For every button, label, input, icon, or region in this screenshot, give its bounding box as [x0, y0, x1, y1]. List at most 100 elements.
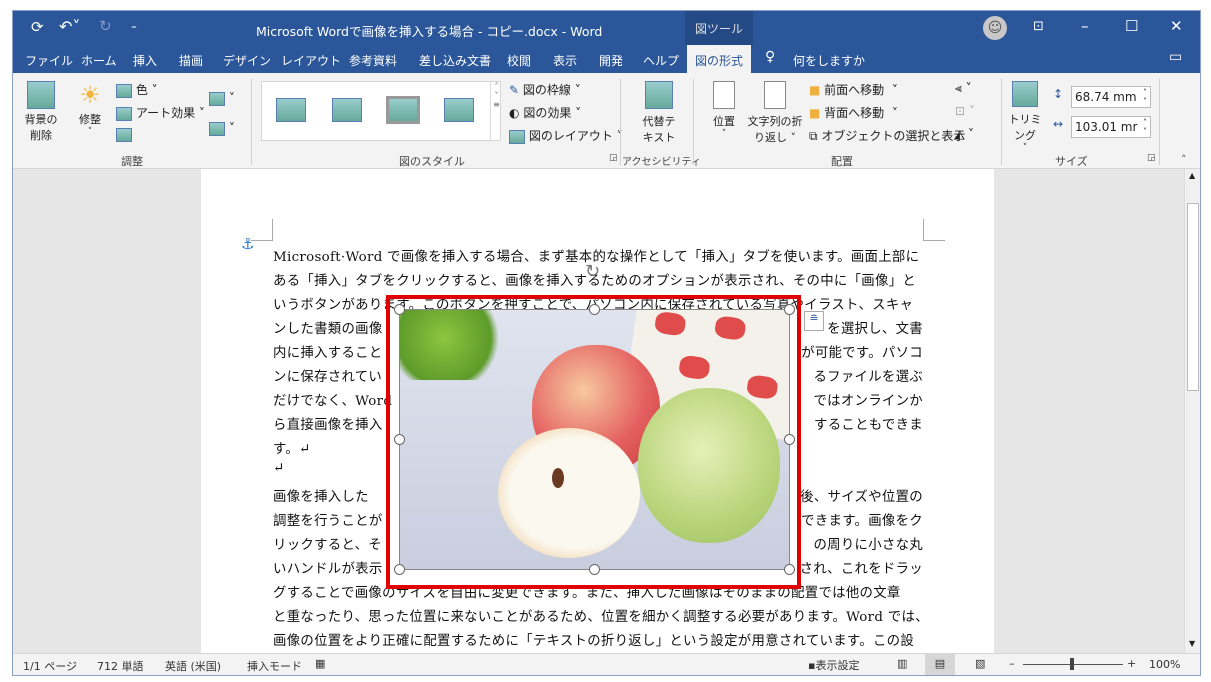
- account-avatar[interactable]: ☺: [983, 16, 1007, 40]
- tab-help[interactable]: ヘルプ: [643, 52, 679, 69]
- scroll-down-icon[interactable]: ▼: [1189, 639, 1195, 648]
- resize-handle[interactable]: [589, 564, 600, 575]
- tab-design[interactable]: デザイン: [223, 52, 271, 69]
- insert-mode-status[interactable]: 挿入モード: [247, 658, 302, 674]
- tab-view[interactable]: 表示: [553, 52, 577, 69]
- tab-mailings[interactable]: 差し込み文書: [419, 52, 491, 69]
- close-button[interactable]: ✕: [1170, 17, 1183, 35]
- bring-forward-label: 前面へ移動: [824, 83, 885, 97]
- read-mode-icon[interactable]: ▥: [897, 657, 907, 670]
- reset-picture-button[interactable]: ˅: [209, 121, 235, 136]
- redo-icon[interactable]: ↻: [99, 17, 112, 35]
- tab-insert[interactable]: 挿入: [133, 52, 157, 69]
- undo-icon[interactable]: ↶˅: [59, 17, 80, 36]
- macro-icon[interactable]: ▦: [315, 657, 325, 670]
- resize-handle[interactable]: [784, 564, 795, 575]
- resize-handle[interactable]: [784, 434, 795, 445]
- crop-button[interactable]: トリミング ˅: [1005, 81, 1045, 153]
- wrap-text-icon: [764, 81, 786, 109]
- ribbon-display-icon[interactable]: ⊡: [1033, 19, 1044, 34]
- tab-references[interactable]: 参考資料: [349, 52, 397, 69]
- style-thumbnail-icon[interactable]: [386, 96, 420, 124]
- text-line-left: ↵: [273, 461, 285, 476]
- picture-effects-button[interactable]: ◐ 図の効果 ˅: [509, 104, 581, 121]
- text-line-right: 後、サイズや位置の: [800, 490, 923, 505]
- rotate-handle-icon[interactable]: ↻: [585, 261, 600, 282]
- artistic-label: アート効果: [135, 106, 196, 120]
- rotate-button[interactable]: ◭ ˅: [955, 127, 974, 141]
- resize-handle[interactable]: [784, 304, 795, 315]
- collapse-ribbon-icon[interactable]: ˄: [1181, 153, 1187, 166]
- height-field[interactable]: 68.74 mm ˄ ˅: [1071, 86, 1151, 108]
- picture-styles-gallery[interactable]: ˄ ˅ ≡: [261, 81, 501, 141]
- text-line[interactable]: と重なったり、思った位置に来ないことがあるため、位置を細かく調整する必要がありま…: [273, 605, 929, 625]
- resize-handle[interactable]: [394, 434, 405, 445]
- style-thumbnail-icon[interactable]: [276, 98, 306, 122]
- text-line-right: できます。画像をク: [801, 514, 923, 529]
- text-line-left: す。↵: [273, 442, 311, 457]
- gallery-scroll[interactable]: ˄ ˅ ≡: [490, 82, 502, 140]
- style-thumbnail-icon[interactable]: [332, 98, 362, 122]
- position-icon: [713, 81, 735, 109]
- tab-review[interactable]: 校閲: [507, 52, 531, 69]
- resize-handle[interactable]: [589, 304, 600, 315]
- send-backward-button[interactable]: ■ 背面へ移動 ˅: [809, 104, 898, 121]
- tab-picture-format[interactable]: 図の形式: [687, 45, 752, 73]
- display-settings-button[interactable]: ▪表示設定: [808, 657, 859, 673]
- layout-options-button[interactable]: ≘: [804, 311, 824, 331]
- color-button[interactable]: 色 ˅: [116, 81, 158, 98]
- zoom-slider-thumb[interactable]: [1070, 658, 1074, 670]
- align-button[interactable]: ⫷ ˅: [955, 81, 972, 96]
- print-layout-icon[interactable]: ▤: [925, 654, 955, 675]
- comments-icon[interactable]: ▭: [1169, 49, 1182, 65]
- picture-layout-button[interactable]: 図のレイアウト ˅: [509, 127, 623, 144]
- apple-picture[interactable]: [399, 309, 790, 570]
- language-status[interactable]: 英語 (米国): [165, 658, 221, 674]
- position-button[interactable]: 位置 ˅: [709, 81, 739, 139]
- alt-text-button[interactable]: 代替テ キスト: [639, 81, 679, 145]
- document-page[interactable]: ⚓ Microsoft·Word で画像を挿入する場合、まず基本的な操作として「…: [201, 169, 994, 673]
- tab-layout[interactable]: レイアウト: [281, 52, 341, 69]
- send-backward-label: 背面へ移動: [824, 106, 885, 120]
- text-line-left: 内に挿入すること: [273, 346, 383, 361]
- alt-text-icon: [645, 81, 673, 109]
- minimize-button[interactable]: –: [1081, 17, 1089, 35]
- customize-qat-icon[interactable]: ₌: [131, 19, 137, 32]
- text-line[interactable]: 画像の位置をより正確に配置するために「テキストの折り返し」という設定が用意されて…: [273, 629, 923, 649]
- word-count[interactable]: 712 単語: [97, 658, 144, 674]
- change-picture-button[interactable]: ˅: [209, 91, 235, 106]
- page-count[interactable]: 1/1 ページ: [23, 658, 77, 674]
- group-button[interactable]: ⊡ ˅: [955, 104, 975, 118]
- crop-icon: [1012, 81, 1038, 107]
- zoom-level[interactable]: 100%: [1149, 658, 1180, 671]
- scroll-up-icon[interactable]: ▲: [1189, 171, 1195, 180]
- remove-bg-label-2: 削除: [30, 129, 52, 142]
- wrap-text-button[interactable]: 文字列の折 り返し ˅: [745, 81, 805, 145]
- compress-pictures-button[interactable]: [116, 127, 132, 142]
- width-field[interactable]: 103.01 mr ˄ ˅: [1071, 116, 1151, 138]
- web-layout-icon[interactable]: ▧: [975, 657, 985, 670]
- tab-home[interactable]: ホーム: [81, 52, 117, 69]
- resize-handle[interactable]: [394, 304, 405, 315]
- tab-developer[interactable]: 開発: [599, 52, 623, 69]
- zoom-in-button[interactable]: +: [1127, 657, 1136, 670]
- resize-handle[interactable]: [394, 564, 405, 575]
- maximize-button[interactable]: ☐: [1125, 17, 1138, 35]
- scroll-thumb[interactable]: [1187, 203, 1199, 391]
- remove-background-button[interactable]: 背景の 削除: [23, 81, 59, 143]
- dialog-launcher-icon[interactable]: ◲: [609, 153, 618, 163]
- text-line-left: だけでなく、Word: [273, 394, 393, 409]
- zoom-out-button[interactable]: –: [1009, 657, 1015, 670]
- bring-forward-button[interactable]: ■ 前面へ移動 ˅: [809, 81, 898, 98]
- style-thumbnail-icon[interactable]: [444, 98, 474, 122]
- corrections-button[interactable]: ☀ 修整 ˅: [75, 81, 105, 137]
- autosave-icon[interactable]: ⟳: [31, 18, 44, 36]
- picture-border-button[interactable]: ✎ 図の枠線 ˅: [509, 81, 581, 98]
- dialog-launcher-icon[interactable]: ◲: [1147, 153, 1156, 163]
- vertical-scrollbar[interactable]: ▲ ▼: [1184, 169, 1200, 653]
- tab-draw[interactable]: 描画: [179, 52, 203, 69]
- artistic-effects-button[interactable]: アート効果 ˅: [116, 104, 205, 121]
- selection-pane-button[interactable]: ⧉ オブジェクトの選択と表示: [809, 127, 965, 144]
- tab-file[interactable]: ファイル: [25, 52, 73, 69]
- tell-me-search[interactable]: 何をしますか: [793, 52, 865, 69]
